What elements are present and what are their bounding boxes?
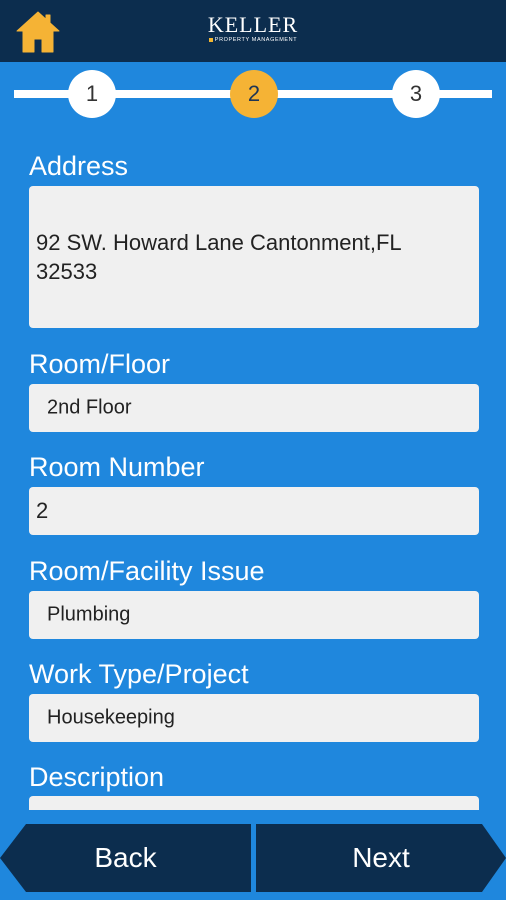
logo-name: KELLER (207, 12, 299, 37)
address-field[interactable]: 92 SW. Howard Lane Cantonment,FL 32533 (29, 186, 479, 328)
description-label: Description (29, 762, 165, 792)
room-number-label: Room Number (29, 452, 205, 482)
facility-issue-value: Plumbing (47, 603, 131, 626)
logo-tagline: PROPERTY MANAGEMENT (203, 36, 303, 44)
room-number-field[interactable]: 2 (29, 487, 479, 535)
step-1[interactable]: 1 (68, 70, 116, 118)
step-2-active[interactable]: 2 (230, 70, 278, 118)
progress-stepper: 1 2 3 (0, 62, 506, 126)
header-bar: KELLER PROPERTY MANAGEMENT (0, 0, 506, 62)
facility-issue-label: Room/Facility Issue (29, 556, 265, 586)
bottom-nav: Back Next (0, 824, 506, 892)
description-field[interactable] (29, 796, 479, 810)
room-number-value: 2 (36, 498, 49, 523)
bottom-strip (0, 892, 506, 900)
step-3[interactable]: 3 (392, 70, 440, 118)
work-type-field[interactable]: Housekeeping (29, 694, 479, 742)
address-value: 92 SW. Howard Lane Cantonment,FL 32533 (36, 230, 401, 284)
work-order-form: Address 92 SW. Howard Lane Cantonment,FL… (29, 140, 479, 810)
room-floor-value: 2nd Floor (47, 396, 132, 419)
work-type-value: Housekeeping (47, 706, 175, 729)
address-label: Address (29, 151, 129, 181)
next-button[interactable]: Next (256, 824, 506, 892)
keller-logo: KELLER PROPERTY MANAGEMENT (203, 14, 303, 48)
back-button[interactable]: Back (0, 824, 251, 892)
home-icon[interactable] (14, 9, 62, 55)
work-type-label: Work Type/Project (29, 659, 249, 689)
facility-issue-field[interactable]: Plumbing (29, 591, 479, 639)
room-floor-label: Room/Floor (29, 349, 171, 379)
room-floor-field[interactable]: 2nd Floor (29, 384, 479, 432)
